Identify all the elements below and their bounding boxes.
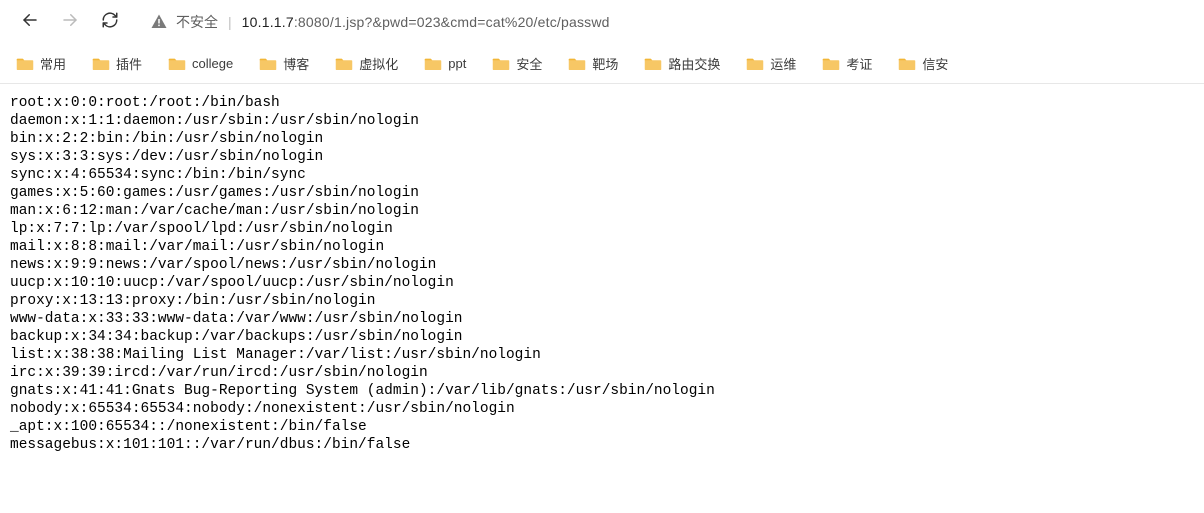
folder-icon — [259, 56, 277, 72]
bookmark-label: 安全 — [516, 54, 542, 73]
folder-icon — [746, 56, 764, 72]
bookmark-item[interactable]: 信安 — [898, 54, 948, 73]
bookmark-label: 插件 — [116, 54, 142, 73]
browser-toolbar: 不安全 | 10.1.1.7:8080/1.jsp?&pwd=023&cmd=c… — [0, 0, 1204, 44]
reload-button[interactable] — [92, 4, 128, 40]
back-button[interactable] — [12, 4, 48, 40]
bookmark-item[interactable]: 运维 — [746, 54, 796, 73]
bookmark-label: 运维 — [770, 54, 796, 73]
bookmark-label: 靶场 — [592, 54, 618, 73]
bookmark-label: 博客 — [283, 54, 309, 73]
bookmark-label: 路由交换 — [668, 54, 720, 73]
folder-icon — [92, 56, 110, 72]
forward-button[interactable] — [52, 4, 88, 40]
folder-icon — [335, 56, 353, 72]
bookmark-label: college — [192, 56, 233, 71]
bookmark-label: 虚拟化 — [359, 54, 398, 73]
arrow-right-icon — [61, 11, 79, 34]
warning-icon — [150, 13, 168, 31]
insecure-label: 不安全 — [176, 12, 218, 32]
bookmark-label: 常用 — [40, 54, 66, 73]
bookmark-item[interactable]: 插件 — [92, 54, 142, 73]
folder-icon — [644, 56, 662, 72]
address-separator: | — [228, 14, 232, 30]
folder-icon — [424, 56, 442, 72]
bookmark-item[interactable]: college — [168, 56, 233, 72]
arrow-left-icon — [21, 11, 39, 34]
folder-icon — [822, 56, 840, 72]
bookmark-label: ppt — [448, 56, 466, 71]
folder-icon — [168, 56, 186, 72]
bookmark-item[interactable]: 虚拟化 — [335, 54, 398, 73]
url-text: 10.1.1.7:8080/1.jsp?&pwd=023&cmd=cat%20/… — [242, 14, 610, 30]
address-bar[interactable]: 不安全 | 10.1.1.7:8080/1.jsp?&pwd=023&cmd=c… — [150, 7, 1192, 37]
bookmark-item[interactable]: 路由交换 — [644, 54, 720, 73]
bookmark-item[interactable]: 安全 — [492, 54, 542, 73]
bookmark-item[interactable]: 靶场 — [568, 54, 618, 73]
bookmark-item[interactable]: 考证 — [822, 54, 872, 73]
url-host: 10.1.1.7 — [242, 14, 294, 30]
bookmarks-bar: 常用 插件 college 博客 虚拟化 ppt 安全 靶场 路由交换 运维 考证 信安 — [0, 44, 1204, 84]
page-content: root:x:0:0:root:/root:/bin/bash daemon:x… — [0, 84, 1204, 454]
bookmark-item[interactable]: 常用 — [16, 54, 66, 73]
folder-icon — [898, 56, 916, 72]
bookmark-item[interactable]: 博客 — [259, 54, 309, 73]
folder-icon — [492, 56, 510, 72]
bookmark-label: 考证 — [846, 54, 872, 73]
folder-icon — [16, 56, 34, 72]
bookmark-label: 信安 — [922, 54, 948, 73]
reload-icon — [101, 11, 119, 34]
bookmark-item[interactable]: ppt — [424, 56, 466, 72]
url-rest: :8080/1.jsp?&pwd=023&cmd=cat%20/etc/pass… — [294, 14, 610, 30]
folder-icon — [568, 56, 586, 72]
